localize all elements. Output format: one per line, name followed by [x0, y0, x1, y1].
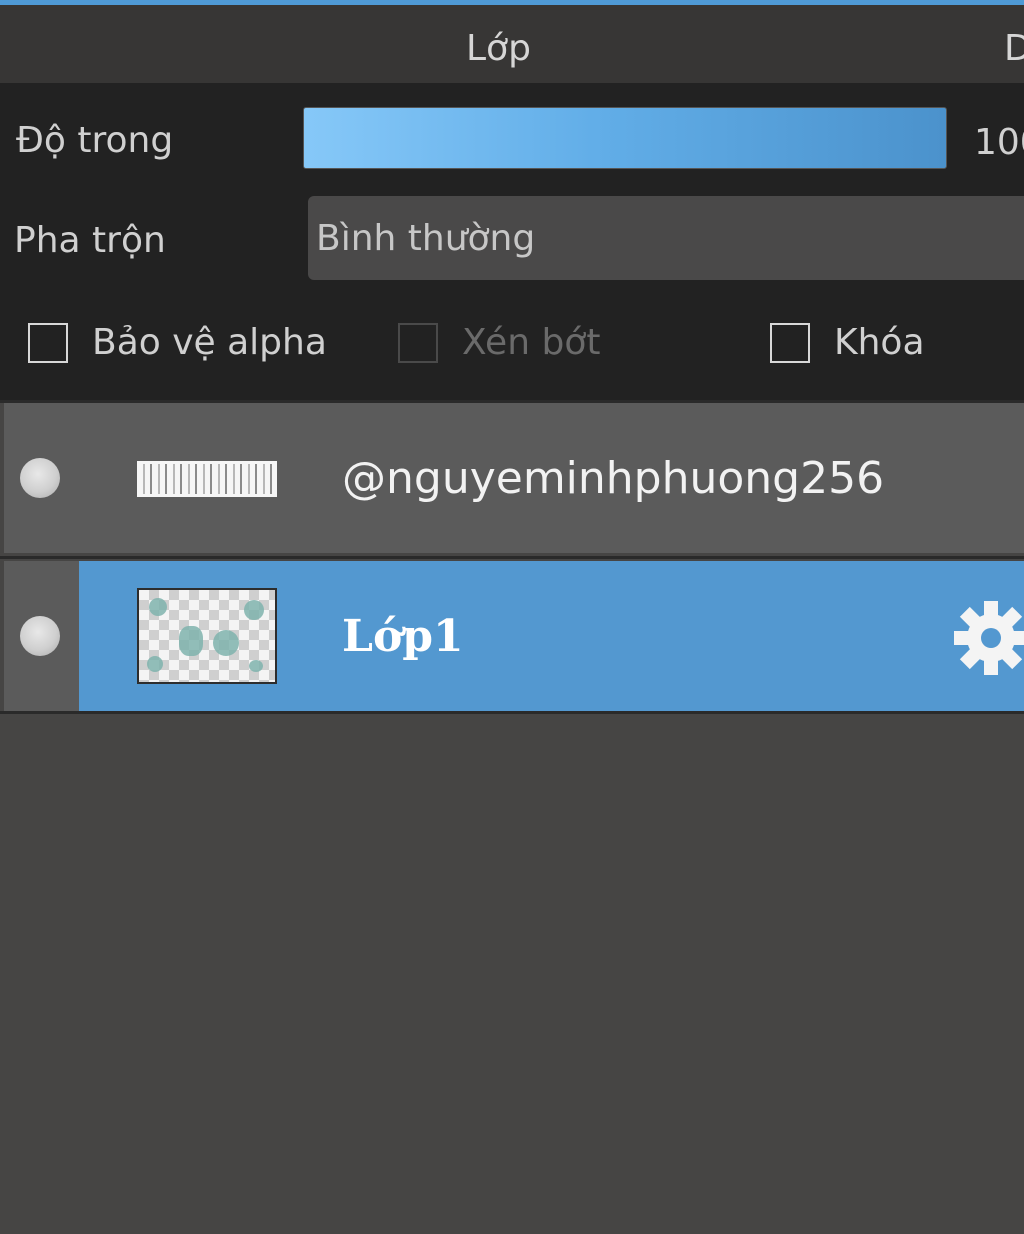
layer-thumbnail — [137, 588, 277, 684]
tab-next-partial[interactable]: D — [1004, 28, 1024, 69]
layer-name: @nguyeminhphuong256 — [342, 453, 885, 504]
tab-layers[interactable]: Lớp — [466, 28, 531, 69]
lock-checkbox[interactable] — [770, 323, 810, 363]
layer-row[interactable]: @nguyeminhphuong256 — [4, 403, 1024, 553]
lock-label: Khóa — [834, 322, 925, 363]
gear-icon[interactable] — [949, 598, 1024, 678]
protect-alpha-label: Bảo vệ alpha — [92, 322, 327, 363]
layer-name: Lớp1 — [342, 611, 464, 662]
visibility-dot-icon[interactable] — [20, 616, 60, 656]
layer-row-divider — [0, 556, 1024, 559]
layers-panel: Lớp D Độ trong 100 Pha trộn Bình thường … — [0, 0, 1024, 1234]
blend-mode-select[interactable]: Bình thường — [308, 196, 1024, 280]
protect-alpha-checkbox[interactable] — [28, 323, 68, 363]
visibility-dot-icon[interactable] — [20, 458, 60, 498]
opacity-value: 100 — [974, 122, 1024, 163]
layer-thumbnail — [137, 461, 277, 497]
blend-mode-label: Pha trộn — [14, 220, 166, 261]
panel-tab-bar: Lớp D — [0, 5, 1024, 83]
blend-mode-value: Bình thường — [316, 218, 536, 259]
opacity-slider[interactable] — [303, 107, 947, 169]
clipping-label: Xén bớt — [462, 322, 601, 363]
opacity-label: Độ trong — [16, 120, 174, 161]
layers-list-bottom-divider — [0, 711, 1024, 714]
clipping-checkbox[interactable] — [398, 323, 438, 363]
layer-row-selected[interactable]: Lớp1 — [4, 561, 1024, 711]
